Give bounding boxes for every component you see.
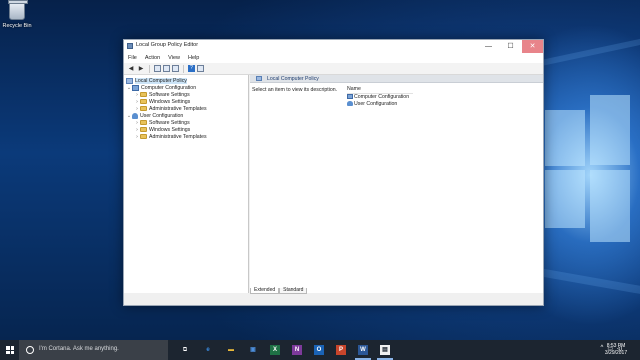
computer-icon	[347, 94, 353, 99]
details-title: Local Computer Policy	[267, 76, 319, 82]
back-arrow-icon[interactable]: ◀	[127, 65, 135, 73]
cortana-search-box[interactable]: I'm Cortana. Ask me anything.	[19, 340, 168, 360]
recycle-bin-icon	[8, 0, 28, 20]
toolbar: ◀ ▶ ?	[124, 63, 543, 75]
windows-logo-pane	[545, 110, 585, 166]
onenote-icon[interactable]: N	[292, 345, 302, 355]
tree-item-user-configuration[interactable]: ⌄ User Configuration	[126, 112, 183, 119]
list-item-label: Computer Configuration	[354, 93, 410, 100]
maximize-button[interactable]: ☐	[500, 40, 521, 53]
tab-standard[interactable]: Standard	[279, 288, 308, 294]
forward-arrow-icon[interactable]: ▶	[137, 65, 145, 73]
properties-icon[interactable]	[163, 65, 170, 72]
list-item-label: User Configuration	[354, 100, 398, 107]
action-pane-icon[interactable]	[197, 65, 204, 72]
editor-body: Local Computer Policy ⌄ Computer Configu…	[124, 75, 543, 294]
tree-pane: Local Computer Policy ⌄ Computer Configu…	[124, 75, 249, 293]
tree-item-software-settings[interactable]: › Software Settings	[134, 91, 190, 98]
tree-item-local-computer-policy[interactable]: Local Computer Policy	[126, 77, 187, 84]
details-pane: Local Computer Policy Select an item to …	[250, 75, 543, 293]
tree-item-label: Administrative Templates	[149, 133, 207, 140]
windows-logo-icon	[10, 346, 14, 350]
show-hide-tree-icon[interactable]	[154, 65, 161, 72]
tree-item-computer-configuration[interactable]: ⌄ Computer Configuration	[126, 84, 196, 91]
group-policy-editor-icon[interactable]: ▤	[377, 345, 393, 360]
recycle-bin-label: Recycle Bin	[2, 23, 32, 29]
taskbar: I'm Cortana. Ask me anything. ⧉ e ▬ ▣ X …	[0, 340, 640, 360]
close-button[interactable]: ✕	[522, 40, 543, 53]
tree-item-windows-settings[interactable]: › Windows Settings	[134, 98, 190, 105]
menu-file[interactable]: File	[128, 53, 137, 63]
tree-item-administrative-templates[interactable]: › Administrative Templates	[134, 133, 207, 140]
folder-icon	[140, 127, 147, 132]
windows-logo-icon	[6, 350, 10, 354]
list-item-computer-configuration[interactable]: Computer Configuration	[347, 93, 409, 100]
windows-logo-pane	[545, 170, 585, 228]
tree-item-label: Computer Configuration	[141, 84, 197, 91]
edge-icon[interactable]: e	[203, 345, 213, 355]
folder-icon	[140, 134, 147, 139]
store-icon[interactable]: ▣	[248, 345, 258, 355]
tree-item-administrative-templates[interactable]: › Administrative Templates	[134, 105, 207, 112]
powerpoint-icon[interactable]: P	[336, 345, 346, 355]
tree-item-label: User Configuration	[140, 112, 184, 119]
tree-item-label: Software Settings	[149, 91, 190, 98]
tree-item-label: Software Settings	[149, 119, 190, 126]
tree-item-label: Local Computer Policy	[135, 77, 187, 84]
computer-icon	[132, 84, 139, 91]
policy-icon	[126, 77, 133, 84]
task-view-icon[interactable]: ⧉	[180, 345, 190, 355]
user-icon	[347, 101, 353, 106]
tab-extended[interactable]: Extended	[250, 288, 280, 294]
windows-logo-pane	[590, 95, 630, 165]
excel-icon[interactable]: X	[270, 345, 280, 355]
clock-time: 8:53 PM	[606, 343, 626, 349]
folder-icon	[140, 106, 147, 111]
title-bar[interactable]: Local Group Policy Editor — ☐ ✕	[124, 40, 543, 53]
menu-view[interactable]: View	[168, 53, 180, 63]
cortana-icon	[26, 346, 34, 354]
tree-item-software-settings[interactable]: › Software Settings	[134, 119, 190, 126]
tree-item-label: Windows Settings	[149, 126, 191, 133]
outlook-icon[interactable]: O	[314, 345, 324, 355]
tree-item-label: Windows Settings	[149, 98, 191, 105]
toolbar-divider	[183, 64, 184, 73]
menu-bar: File Action View Help	[124, 53, 543, 63]
tree-item-label: Administrative Templates	[149, 105, 207, 112]
menu-action[interactable]: Action	[145, 53, 160, 63]
windows-logo-icon	[10, 350, 14, 354]
toolbar-divider	[149, 64, 150, 73]
search-placeholder: I'm Cortana. Ask me anything.	[39, 346, 119, 352]
tree-item-windows-settings[interactable]: › Windows Settings	[134, 126, 190, 133]
folder-icon	[140, 92, 147, 97]
view-tabs: Extended Standard	[250, 288, 308, 294]
file-explorer-icon[interactable]: ▬	[226, 345, 236, 355]
menu-help[interactable]: Help	[188, 53, 199, 63]
policy-icon	[256, 76, 262, 81]
recycle-bin-shortcut[interactable]: Recycle Bin	[2, 0, 32, 29]
list-item-user-configuration[interactable]: User Configuration	[347, 100, 397, 107]
start-button[interactable]	[6, 346, 14, 354]
help-icon[interactable]: ?	[188, 65, 195, 72]
description-text: Select an item to view its description.	[252, 87, 338, 93]
word-icon[interactable]: W	[355, 345, 371, 360]
windows-logo-pane	[590, 170, 630, 242]
folder-icon	[140, 99, 147, 104]
user-icon	[132, 112, 138, 119]
export-list-icon[interactable]	[172, 65, 179, 72]
details-header: Local Computer Policy	[250, 75, 543, 83]
clock-date: 3/29/2017	[604, 350, 628, 356]
windows-logo-icon	[6, 346, 10, 350]
app-icon	[127, 43, 133, 49]
minimize-button[interactable]: —	[478, 40, 499, 53]
folder-icon	[140, 120, 147, 125]
window-title: Local Group Policy Editor	[136, 42, 199, 48]
group-policy-editor-window: Local Group Policy Editor — ☐ ✕ File Act…	[123, 39, 544, 306]
clock[interactable]: 8:53 PM 3/29/2017	[598, 343, 634, 357]
